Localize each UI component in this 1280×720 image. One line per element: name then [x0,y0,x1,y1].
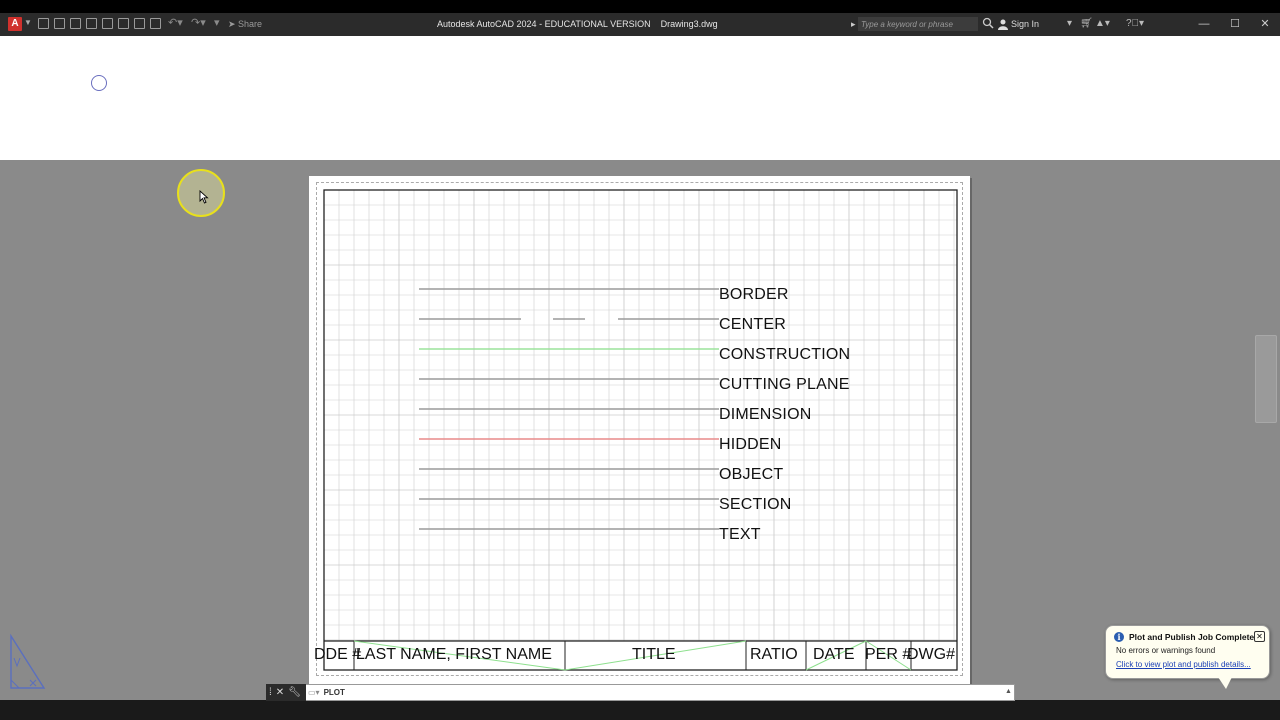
legend-label-cutting-plane: CUTTING PLANE [719,376,850,393]
command-text: PLOT [323,688,345,697]
status-bar [0,701,1280,720]
command-prompt[interactable]: ▭▾ PLOT [308,687,345,699]
legend-label-border: BORDER [719,286,789,303]
title-block-title: TITLE [632,646,676,663]
title-block-dwg: DWG# [907,646,955,663]
autocad-window: A ▼ ↶▾ ↷▾ ▾ ➤ Share Autodesk AutoCAD 202… [0,0,1280,720]
drawing-svg [323,189,958,671]
title-block-name: LAST NAME, FIRST NAME [356,646,552,663]
wrench-icon[interactable]: 🔧︎ [288,687,301,699]
notification-message: No errors or warnings found [1116,646,1216,655]
notification-tail [1218,677,1232,689]
legend-label-text: TEXT [719,526,761,543]
notification-details-link[interactable]: Click to view plot and publish details..… [1116,660,1251,670]
cursor-arrow-icon [199,190,209,204]
grid [324,190,957,641]
paper-ucs-icon [10,633,46,689]
title-block-ratio: RATIO [750,646,798,663]
title-block-dde: DDE # [314,646,362,663]
legend-label-dimension: DIMENSION [719,406,812,423]
notification-close-button[interactable]: ✕ [1254,631,1265,642]
legend-label-construction: CONSTRUCTION [719,346,851,363]
command-line[interactable] [266,684,1015,701]
close-icon[interactable]: ✕ [276,687,284,699]
legend-label-hidden: HIDDEN [719,436,782,453]
legend-label-center: CENTER [719,316,786,333]
grip-icon[interactable]: ⁞ [269,687,272,699]
command-icon: ▭▾ [308,688,320,697]
notification-balloon: i Plot and Publish Job Complete ✕ No err… [1105,625,1270,679]
vertical-scrollbar[interactable] [1255,335,1277,423]
legend-label-object: OBJECT [719,466,784,483]
title-block-date: DATE [813,646,855,663]
info-icon: i [1114,632,1124,642]
command-history-arrow[interactable]: ▲ [1005,686,1012,698]
notification-title: Plot and Publish Job Complete [1129,632,1255,642]
command-line-controls: ⁞ ✕ 🔧︎ [266,684,306,701]
legend-label-section: SECTION [719,496,792,513]
title-block-per: PER # [865,646,912,663]
